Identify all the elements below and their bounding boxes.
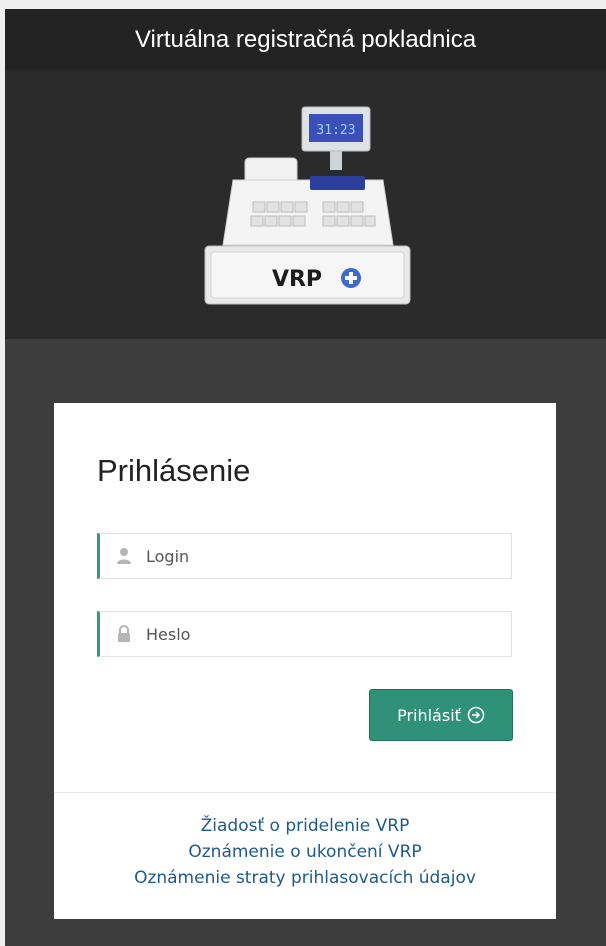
arrow-circle-right-icon <box>467 706 485 724</box>
password-field[interactable] <box>97 611 512 657</box>
lock-icon <box>118 625 130 642</box>
app-window: Virtuálna registračná pokladnica 31:23 V… <box>5 9 606 946</box>
vrp-logo-text: VRP <box>272 267 322 292</box>
password-input[interactable] <box>146 612 506 656</box>
login-card: Prihlásenie Prihlásiť Žiadosť o p <box>54 403 556 919</box>
register-display-text: 31:23 <box>316 123 355 138</box>
help-links: Žiadosť o pridelenie VRP Oznámenie o uko… <box>54 813 556 891</box>
card-divider <box>54 792 556 793</box>
login-submit-button[interactable]: Prihlásiť <box>369 689 513 741</box>
user-icon <box>117 548 131 564</box>
login-heading: Prihlásenie <box>97 453 251 488</box>
app-title: Virtuálna registračná pokladnica <box>5 9 606 70</box>
link-request-vrp[interactable]: Žiadosť o pridelenie VRP <box>54 813 556 839</box>
login-field[interactable] <box>97 533 512 579</box>
cash-register-illustration: 31:23 VRP <box>204 106 411 305</box>
login-input[interactable] <box>146 534 506 578</box>
login-submit-label: Prihlásiť <box>397 705 461 725</box>
hero-banner: 31:23 VRP <box>5 70 606 339</box>
link-terminate-vrp[interactable]: Oznámenie o ukončení VRP <box>54 839 556 865</box>
plus-circle-icon <box>341 268 361 288</box>
link-lost-credentials[interactable]: Oznámenie straty prihlasovacích údajov <box>54 865 556 891</box>
